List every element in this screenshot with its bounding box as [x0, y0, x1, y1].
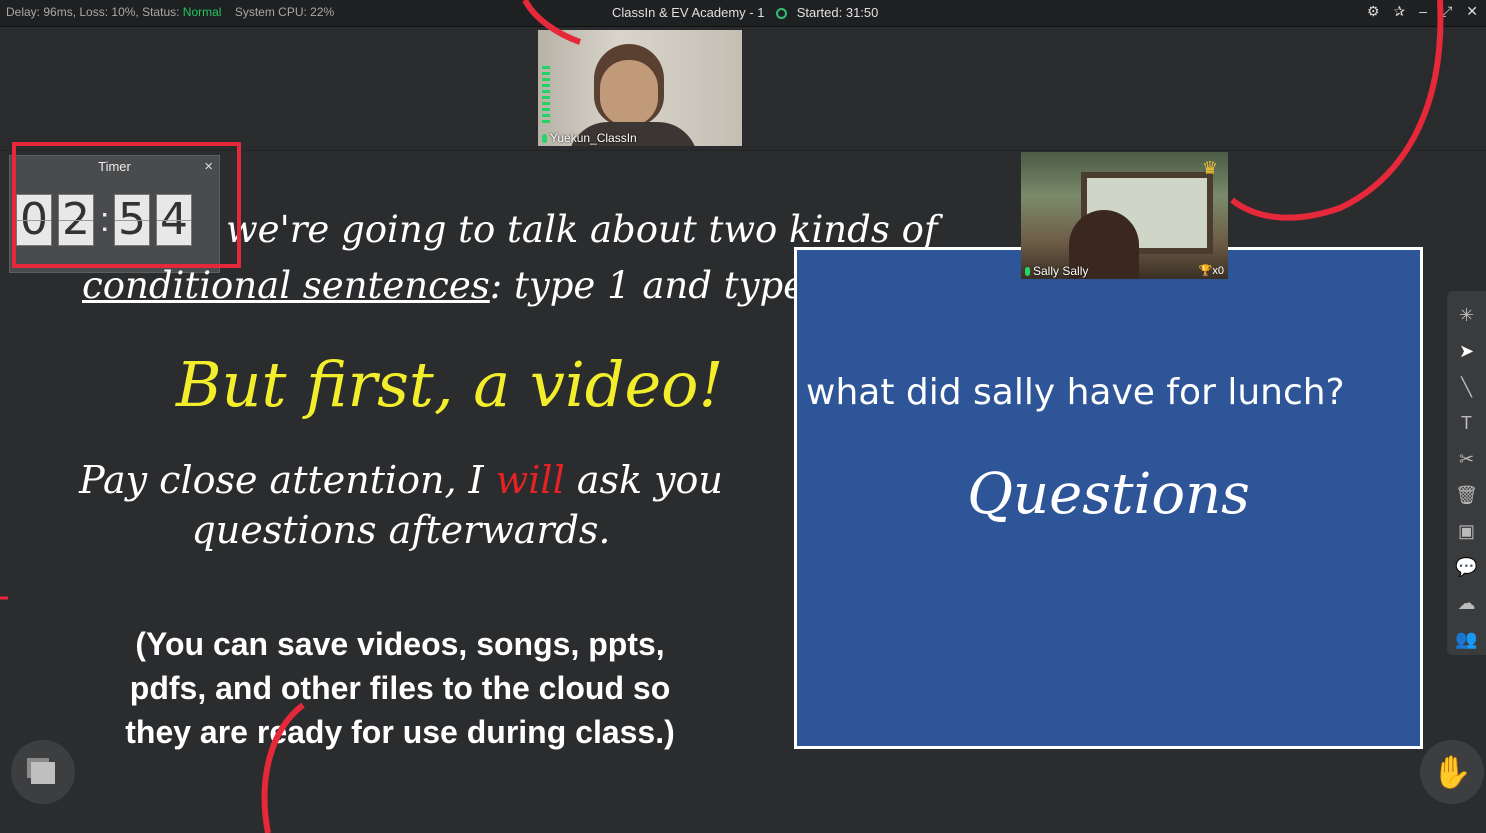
pin-icon[interactable]: ✰: [1394, 3, 1406, 20]
raise-hand-button[interactable]: ✋: [1420, 740, 1484, 804]
users-icon[interactable]: 👥: [1452, 624, 1482, 654]
crown-icon: ♛: [1201, 158, 1218, 178]
mic-icon: [1025, 267, 1030, 276]
class-title: ClassIn & EV Academy - 1: [612, 5, 765, 20]
close-icon[interactable]: ✕: [1466, 3, 1478, 20]
student-name-label: Sally Sally: [1025, 264, 1088, 278]
pen-icon[interactable]: ╲: [1452, 372, 1482, 402]
slide-line-2: conditional sentences: type 1 and type 2…: [82, 264, 852, 307]
annotation-highlight-box: [12, 142, 241, 268]
tool-sidebar: ✳ ➤ ╲ T ✂ 🗑 ▣ 💬 ☁ 👥: [1447, 291, 1486, 655]
board-title: Questions: [967, 462, 1250, 527]
text-icon[interactable]: T: [1452, 408, 1482, 438]
slide-instruction: Pay close attention, I will ask you ques…: [56, 455, 746, 555]
loss-text: Loss: 10%,: [79, 5, 139, 19]
clock-icon: [776, 8, 788, 19]
started-time: Started: 31:50: [796, 5, 879, 20]
teacher-name-label: Yuekun_ClassIn: [542, 131, 637, 145]
instruction-emphasis: will: [495, 458, 565, 502]
minimize-icon[interactable]: –: [1419, 3, 1427, 20]
trash-icon[interactable]: 🗑: [1452, 480, 1482, 510]
teacher-face: [600, 60, 658, 126]
select-move-icon[interactable]: ➤: [1452, 336, 1482, 366]
student-video[interactable]: ♛ Sally Sally 🏆x0: [1021, 152, 1228, 279]
cloud-icon[interactable]: ☁: [1452, 588, 1482, 618]
status-value: Normal: [182, 5, 222, 19]
cpu-text: System CPU: 22%: [234, 5, 335, 19]
scissors-icon[interactable]: ✂: [1452, 444, 1482, 474]
pages-icon: [31, 762, 55, 784]
status-label: Status:: [142, 5, 180, 19]
delay-text: Delay: 96ms,: [6, 5, 77, 19]
class-title-area: ClassIn & EV Academy - 1 Started: 31:50: [612, 5, 878, 20]
fullscreen-icon[interactable]: ⤢: [1441, 3, 1452, 20]
trophy-value: x0: [1212, 265, 1224, 277]
slide-note: (You can save videos, songs, ppts, pdfs,…: [125, 626, 675, 750]
question-board[interactable]: what did sally have for lunch? Questions: [794, 247, 1423, 749]
conditional-term: conditional sentences: [82, 264, 490, 307]
connection-stats: Delay: 96ms, Loss: 10%, Status: Normal S…: [6, 5, 334, 19]
slide-headline: But first, a video!: [176, 348, 724, 421]
teacher-video[interactable]: Yuekun_ClassIn: [538, 30, 742, 146]
board-question: what did sally have for lunch?: [806, 372, 1345, 413]
trophy-icon: 🏆: [1198, 265, 1213, 277]
hand-icon: ✋: [1432, 754, 1472, 790]
video-strip: [0, 27, 1486, 151]
mic-level-icon: [542, 66, 550, 123]
window-controls: ⚙ ✰ – ⤢ ✕: [1367, 3, 1478, 20]
laser-pointer-icon[interactable]: ✳: [1452, 300, 1482, 330]
formula-icon[interactable]: ▣: [1452, 516, 1482, 546]
trophy-count: 🏆x0: [1199, 264, 1224, 277]
chat-icon[interactable]: 💬: [1452, 552, 1482, 582]
settings-icon[interactable]: ⚙: [1367, 3, 1380, 20]
student-name: Sally Sally: [1033, 264, 1089, 278]
instruction-start: Pay close attention, I: [79, 458, 496, 502]
pages-button[interactable]: [11, 740, 75, 804]
mic-icon: [542, 134, 547, 143]
teacher-name: Yuekun_ClassIn: [550, 131, 637, 145]
slide-line-1: we're going to talk about two kinds of: [226, 208, 938, 251]
status-bar: Delay: 96ms, Loss: 10%, Status: Normal S…: [0, 0, 1486, 27]
